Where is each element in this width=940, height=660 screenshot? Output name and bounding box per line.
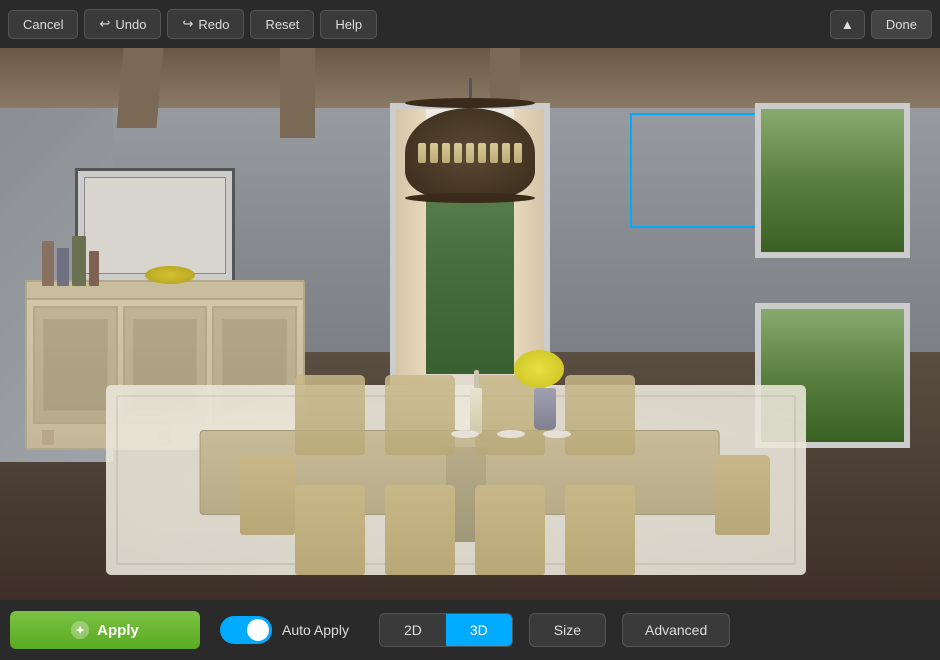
window-right-top <box>755 103 910 258</box>
auto-apply-toggle[interactable] <box>220 616 272 644</box>
book-3 <box>72 236 86 286</box>
crystal <box>466 143 474 163</box>
crystal <box>430 143 438 163</box>
wine-bottle <box>470 370 482 434</box>
chandelier <box>405 78 535 203</box>
chair-back-1[interactable] <box>295 375 365 455</box>
redo-button[interactable]: ↪ Redo <box>167 9 244 39</box>
book-1 <box>42 241 54 286</box>
apply-icon: ✦ <box>71 621 89 639</box>
crystal <box>490 143 498 163</box>
apply-button[interactable]: ✦ Apply <box>10 611 200 649</box>
book-stack <box>42 236 99 286</box>
auto-apply-label: Auto Apply <box>282 622 349 638</box>
ceiling-beam-2 <box>280 48 315 138</box>
vase-body <box>534 388 556 430</box>
wall-frame-inner <box>84 177 226 274</box>
view-mode-group: 2D 3D <box>379 613 513 647</box>
crystal <box>502 143 510 163</box>
toolbar: Cancel ↩ Undo ↪ Redo Reset Help ▲ Done <box>0 0 940 48</box>
chandelier-rim-top <box>405 98 535 108</box>
sideboard-door-inner-1 <box>43 319 108 410</box>
toggle-knob <box>247 619 269 641</box>
chandelier-body <box>405 108 535 198</box>
bottle-body <box>470 388 482 434</box>
plate-2 <box>497 430 525 438</box>
view-3d-button[interactable]: 3D <box>446 614 512 646</box>
help-button[interactable]: Help <box>320 10 377 39</box>
sideboard-door-1 <box>33 306 118 424</box>
crystal <box>454 143 462 163</box>
chair-back-2[interactable] <box>385 375 455 455</box>
flowers <box>514 350 564 388</box>
flower-vase <box>526 350 564 430</box>
scene-viewport[interactable] <box>0 48 940 600</box>
auto-apply-group: Auto Apply <box>220 616 349 644</box>
plate-3 <box>543 430 571 438</box>
cancel-button[interactable]: Cancel <box>8 10 78 39</box>
done-button[interactable]: Done <box>871 10 932 39</box>
ceiling-beam-1 <box>117 48 164 128</box>
redo-icon: ↪ <box>182 16 193 32</box>
undo-icon: ↩ <box>99 16 110 32</box>
advanced-button[interactable]: Advanced <box>622 613 730 647</box>
view-2d-button[interactable]: 2D <box>380 614 446 646</box>
book-4 <box>89 251 99 286</box>
chair-front-3[interactable] <box>475 485 545 575</box>
chandelier-rim-bottom <box>405 193 535 203</box>
chair-front-2[interactable] <box>385 485 455 575</box>
reset-button[interactable]: Reset <box>250 10 314 39</box>
chair-front-1[interactable] <box>295 485 365 575</box>
plate-1 <box>451 430 479 438</box>
table-plates <box>451 430 571 438</box>
chair-right-end[interactable] <box>715 455 770 535</box>
chair-back-4[interactable] <box>565 375 635 455</box>
undo-button[interactable]: ↩ Undo <box>84 9 161 39</box>
chair-left-end[interactable] <box>240 455 295 535</box>
chandelier-crystals <box>413 138 527 168</box>
bottle-neck <box>474 370 479 388</box>
size-button[interactable]: Size <box>529 613 606 647</box>
sideboard-leg-1 <box>42 430 54 445</box>
crystal <box>418 143 426 163</box>
chair-front-4[interactable] <box>565 485 635 575</box>
window-right-top-view <box>761 109 904 252</box>
selection-box <box>630 113 765 228</box>
crystal <box>478 143 486 163</box>
book-2 <box>57 248 69 286</box>
crystal <box>442 143 450 163</box>
chevron-up-button[interactable]: ▲ <box>830 10 865 39</box>
crystal <box>514 143 522 163</box>
bottom-toolbar: ✦ Apply Auto Apply 2D 3D Size Advanced <box>0 600 940 660</box>
fruit-bowl <box>145 266 195 284</box>
